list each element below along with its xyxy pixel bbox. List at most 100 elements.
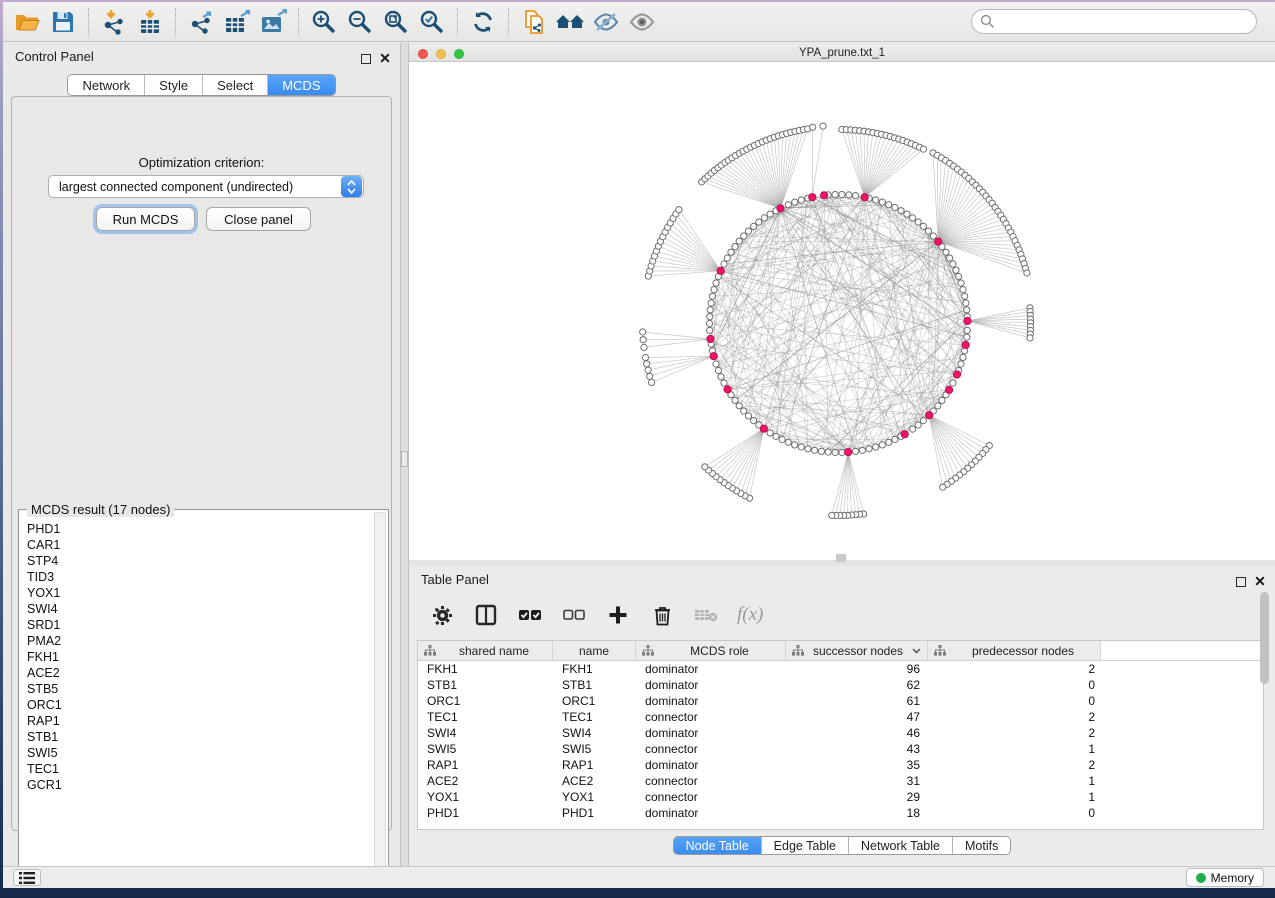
network-node[interactable] — [779, 436, 785, 442]
cell-name[interactable]: SWI4 — [553, 726, 636, 740]
cell-predecessor_nodes[interactable]: 2 — [928, 710, 1101, 724]
hide-selected-icon[interactable] — [588, 6, 624, 38]
unselect-all-icon[interactable] — [559, 600, 589, 630]
network-node[interactable] — [950, 380, 956, 386]
zoom-selected-icon[interactable] — [414, 6, 450, 38]
network-node[interactable] — [644, 361, 650, 367]
network-canvas[interactable] — [409, 62, 1275, 560]
cell-shared_name[interactable]: ACE2 — [418, 774, 553, 788]
delete-icon[interactable] — [647, 600, 677, 630]
zoom-in-icon[interactable] — [306, 6, 342, 38]
network-node[interactable] — [645, 367, 651, 373]
network-node[interactable] — [953, 267, 959, 273]
cell-predecessor_nodes[interactable]: 0 — [928, 806, 1101, 820]
mcds-result-item[interactable]: STP4 — [27, 553, 370, 569]
network-node[interactable] — [920, 418, 926, 424]
mcds-result-list[interactable]: PHD1CAR1STP4TID3YOX1SWI4SRD1PMA2FKH1ACE2… — [27, 521, 370, 876]
network-node[interactable] — [892, 204, 898, 210]
network-node[interactable] — [964, 327, 970, 333]
network-node[interactable] — [892, 436, 898, 442]
network-node[interactable] — [820, 123, 826, 129]
cell-shared_name[interactable]: STB1 — [418, 678, 553, 692]
cell-mcds_role[interactable]: connector — [636, 710, 786, 724]
show-all-icon[interactable] — [624, 6, 660, 38]
cell-mcds_role[interactable]: dominator — [636, 678, 786, 692]
cell-predecessor_nodes[interactable]: 1 — [928, 790, 1101, 804]
network-node[interactable] — [715, 367, 721, 373]
cell-shared_name[interactable]: FKH1 — [418, 662, 553, 676]
dominator-node[interactable] — [935, 238, 942, 245]
network-node[interactable] — [773, 433, 779, 439]
network-node[interactable] — [736, 403, 742, 409]
network-node[interactable] — [721, 261, 727, 267]
mcds-result-item[interactable]: STB5 — [27, 681, 370, 697]
cell-successor_nodes[interactable]: 35 — [786, 758, 928, 772]
network-node[interactable] — [879, 442, 885, 448]
table-row-ace2[interactable]: ACE2ACE2connector311 — [418, 773, 1263, 789]
mcds-result-item[interactable]: PMA2 — [27, 633, 370, 649]
zoom-fit-icon[interactable] — [378, 6, 414, 38]
network-node[interactable] — [939, 397, 945, 403]
table-row-fkh1[interactable]: FKH1FKH1dominator962 — [418, 661, 1263, 677]
network-node[interactable] — [707, 314, 713, 320]
function-builder-icon[interactable]: f(x) — [737, 604, 763, 626]
export-image-icon[interactable] — [255, 6, 291, 38]
cell-name[interactable]: YOX1 — [553, 790, 636, 804]
cell-predecessor_nodes[interactable]: 2 — [928, 662, 1101, 676]
network-node[interactable] — [641, 344, 647, 350]
network-node[interactable] — [915, 219, 921, 225]
network-node[interactable] — [706, 320, 712, 326]
cell-successor_nodes[interactable]: 18 — [786, 806, 928, 820]
dominator-node[interactable] — [901, 431, 908, 438]
import-network-icon[interactable] — [96, 6, 132, 38]
dominator-node[interactable] — [953, 371, 960, 378]
mcds-result-scrollbar[interactable] — [374, 512, 386, 878]
table-row-stb1[interactable]: STB1STB1dominator620 — [418, 677, 1263, 693]
cell-shared_name[interactable]: SWI4 — [418, 726, 553, 740]
mcds-result-item[interactable]: ACE2 — [27, 665, 370, 681]
cell-predecessor_nodes[interactable]: 2 — [928, 726, 1101, 740]
memory-button[interactable]: Memory — [1186, 868, 1264, 887]
network-node[interactable] — [920, 223, 926, 229]
optimization-criterion-select[interactable]: largest connected component (undirected) — [48, 175, 364, 198]
network-node[interactable] — [825, 449, 831, 455]
tab-motifs[interactable]: Motifs — [952, 837, 1010, 854]
cell-successor_nodes[interactable]: 47 — [786, 710, 928, 724]
network-node[interactable] — [958, 361, 964, 367]
cell-predecessor_nodes[interactable]: 1 — [928, 742, 1101, 756]
tab-network-table[interactable]: Network Table — [848, 837, 952, 854]
settings-gear-icon[interactable] — [427, 600, 457, 630]
dominator-node[interactable] — [926, 412, 933, 419]
network-node[interactable] — [721, 380, 727, 386]
mcds-result-item[interactable]: SWI4 — [27, 601, 370, 617]
cell-shared_name[interactable]: TEC1 — [418, 710, 553, 724]
table-row-orc1[interactable]: ORC1ORC1dominator610 — [418, 693, 1263, 709]
network-node[interactable] — [898, 208, 904, 214]
dominator-node[interactable] — [821, 192, 828, 199]
dominator-node[interactable] — [717, 267, 724, 274]
cell-predecessor_nodes[interactable]: 1 — [928, 774, 1101, 788]
vertical-splitter[interactable] — [400, 43, 409, 866]
network-node[interactable] — [886, 202, 892, 208]
network-node[interactable] — [964, 334, 970, 340]
float-panel-icon[interactable] — [1236, 577, 1246, 587]
tab-style[interactable]: Style — [144, 75, 202, 95]
mcds-result-item[interactable]: SWI5 — [27, 745, 370, 761]
network-node[interactable] — [676, 207, 682, 213]
network-node[interactable] — [910, 426, 916, 432]
network-node[interactable] — [960, 287, 966, 293]
cell-shared_name[interactable]: PHD1 — [418, 806, 553, 820]
tab-network[interactable]: Network — [68, 75, 144, 95]
column-header-predecessor-nodes[interactable]: predecessor nodes — [928, 641, 1101, 660]
table-row-swi5[interactable]: SWI5SWI5connector431 — [418, 741, 1263, 757]
cell-mcds_role[interactable]: connector — [636, 742, 786, 756]
network-node[interactable] — [832, 449, 838, 455]
table-row-yox1[interactable]: YOX1YOX1connector291 — [418, 789, 1263, 805]
mcds-result-item[interactable]: STB1 — [27, 729, 370, 745]
cell-mcds_role[interactable]: dominator — [636, 694, 786, 708]
network-node[interactable] — [767, 211, 773, 217]
network-node[interactable] — [756, 219, 762, 225]
network-node[interactable] — [724, 255, 730, 261]
cell-mcds_role[interactable]: dominator — [636, 662, 786, 676]
cell-name[interactable]: ORC1 — [553, 694, 636, 708]
